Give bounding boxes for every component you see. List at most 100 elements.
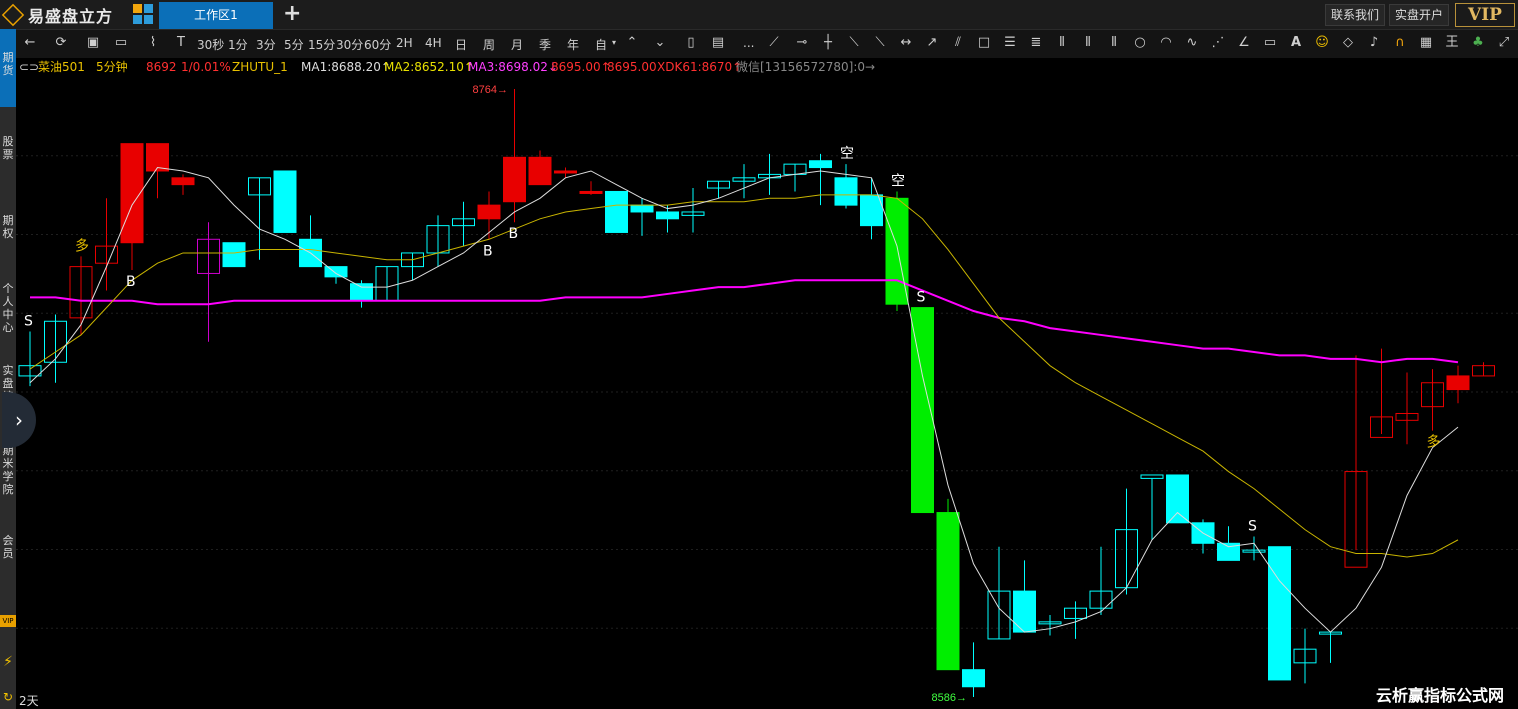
refresh-icon[interactable]: ↻: [0, 691, 16, 704]
vip-button[interactable]: VIP: [1455, 3, 1515, 27]
zoom-out-icon[interactable]: ⌄: [652, 35, 668, 51]
emoji-tool-icon[interactable]: ☺: [1314, 35, 1330, 51]
timezone-tool-icon[interactable]: ⦀: [1106, 35, 1122, 51]
zoom-in-icon[interactable]: ⌃: [624, 35, 640, 51]
period-30m[interactable]: 30分: [336, 36, 363, 53]
period-month[interactable]: 月: [511, 36, 523, 53]
line-tool-icon[interactable]: ⟋: [766, 35, 782, 51]
symbol-label[interactable]: 菜油501: [38, 58, 85, 77]
fan-tool-icon[interactable]: ⋰: [1210, 35, 1226, 51]
arrow-tool-icon[interactable]: ↔: [898, 35, 914, 51]
save-icon[interactable]: ▣: [85, 35, 101, 51]
back-icon[interactable]: ←: [22, 35, 38, 51]
candle-body: [1013, 590, 1036, 633]
segment-tool-icon[interactable]: ⟍: [872, 35, 888, 51]
signal-label: S: [917, 290, 926, 306]
king-icon[interactable]: 王: [1444, 35, 1460, 51]
candle-body: [1268, 546, 1291, 681]
candle-body: [656, 211, 679, 220]
period-30s[interactable]: 30秒: [197, 36, 224, 53]
cycle-tool-icon[interactable]: ⦀: [1080, 35, 1096, 51]
signal-label: 空: [891, 173, 905, 189]
indicator-name[interactable]: ZHUTU_1: [232, 58, 288, 77]
period-week[interactable]: 周: [483, 36, 495, 53]
dropdown-icon[interactable]: ▾: [606, 35, 622, 51]
wechat-value: 微信[13156572780]:0→: [736, 60, 876, 74]
more-button[interactable]: ...: [743, 36, 754, 50]
angle-tool-icon[interactable]: ∠: [1236, 35, 1252, 51]
sidebar-item-futures[interactable]: 期货: [0, 51, 16, 77]
sidebar-item-member[interactable]: 会员: [0, 534, 16, 560]
chart-icon[interactable]: ⌇: [145, 35, 161, 51]
sidebar-item-options[interactable]: 期权: [0, 214, 16, 240]
contact-button[interactable]: 联系我们: [1325, 4, 1386, 26]
add-tab-button[interactable]: +: [283, 1, 301, 26]
candle-body: [477, 204, 501, 220]
xdk-value: XDK61:8670↑: [657, 60, 743, 74]
open-account-button[interactable]: 实盘开户: [1389, 4, 1450, 26]
period-year[interactable]: 年: [567, 36, 579, 53]
candle-body: [146, 143, 169, 172]
sidebar-item-stocks[interactable]: 股票: [0, 135, 16, 161]
ma3-line: [30, 279, 1459, 364]
period-1m[interactable]: 1分: [228, 36, 248, 53]
hline-tool-icon[interactable]: ⊸: [794, 35, 810, 51]
period-5m[interactable]: 5分: [284, 36, 304, 53]
magnet-icon[interactable]: ∩: [1392, 35, 1408, 51]
candle-body: [1140, 474, 1164, 479]
fib2-tool-icon[interactable]: ≣: [1028, 35, 1044, 51]
link-icon[interactable]: ⊂⊃: [19, 58, 39, 77]
period-day[interactable]: 日: [455, 36, 467, 53]
indicator-value-2: 8695.00: [607, 60, 657, 74]
period-2h[interactable]: 2H: [396, 36, 413, 50]
rect-tool-icon[interactable]: □: [976, 35, 992, 51]
ruler-tool-icon[interactable]: ▭: [1262, 35, 1278, 51]
fullscreen-icon[interactable]: ⤢: [1496, 35, 1512, 51]
period-selector[interactable]: 5分钟: [96, 58, 128, 77]
period-4h[interactable]: 4H: [425, 36, 442, 50]
signal-label: 多: [1427, 434, 1441, 451]
refresh-icon[interactable]: ⟳: [53, 35, 69, 51]
sidebar-item-academy[interactable]: 期米学院: [0, 444, 16, 496]
price-change: 1/0.01%: [181, 60, 231, 74]
calculator-icon[interactable]: ▦: [1418, 35, 1434, 51]
sidebar: 期货 股票 期权 个人中心 实盘榜单 期米学院 会员 VIP ⚡ ↻: [0, 29, 16, 709]
alert-bell-icon[interactable]: ♪: [1366, 35, 1382, 51]
period-season[interactable]: 季: [539, 36, 551, 53]
watermark: 云析赢指标公式网: [1362, 683, 1518, 709]
low-price-label: 8586→: [932, 692, 967, 704]
circle-tool-icon[interactable]: ○: [1132, 35, 1148, 51]
open-folder-icon[interactable]: ▭: [113, 35, 129, 51]
indicator-value-1: 8695.00↑: [551, 60, 611, 74]
vline-tool-icon[interactable]: ┼: [820, 35, 836, 51]
channel-tool-icon[interactable]: ⫽: [950, 35, 966, 51]
lightning-icon[interactable]: ⚡: [0, 655, 16, 669]
period-15m[interactable]: 15分: [308, 36, 335, 53]
split-view-icon[interactable]: ▯: [683, 35, 699, 51]
toolbar: ← ⟳ ▣ ▭ ⌇ T 30秒 1分 3分 5分 15分 30分 60分 2H …: [16, 30, 1518, 59]
arc-tool-icon[interactable]: ◠: [1158, 35, 1174, 51]
period-3m[interactable]: 3分: [256, 36, 276, 53]
candle-body: [324, 266, 348, 278]
clover-icon[interactable]: ♣: [1470, 35, 1486, 51]
layout-icon[interactable]: ▤: [710, 35, 726, 51]
text-tool-icon[interactable]: A: [1288, 35, 1304, 51]
candlestick-chart[interactable]: 8764→8586→S多BBB空空SS多: [16, 77, 1518, 707]
candle-body: [630, 204, 654, 213]
workspace-tab[interactable]: 工作区1: [159, 2, 273, 29]
period-60m[interactable]: 60分: [364, 36, 391, 53]
arrow2-tool-icon[interactable]: ↗: [924, 35, 940, 51]
candle-body: [962, 669, 985, 688]
candle-body: [1446, 375, 1470, 391]
sidebar-item-personal[interactable]: 个人中心: [0, 282, 16, 334]
wave-tool-icon[interactable]: ∿: [1184, 35, 1200, 51]
fib-tool-icon[interactable]: ☰: [1002, 35, 1018, 51]
candle-body: [1166, 474, 1189, 524]
vip-badge[interactable]: VIP: [0, 615, 16, 627]
gann-tool-icon[interactable]: ⦀: [1054, 35, 1070, 51]
layout-grid-icon[interactable]: [133, 4, 153, 24]
eraser-icon[interactable]: ◇: [1340, 35, 1356, 51]
text-icon[interactable]: T: [173, 35, 189, 51]
ray-tool-icon[interactable]: ⟍: [846, 35, 862, 51]
signal-label: 空: [840, 146, 854, 162]
